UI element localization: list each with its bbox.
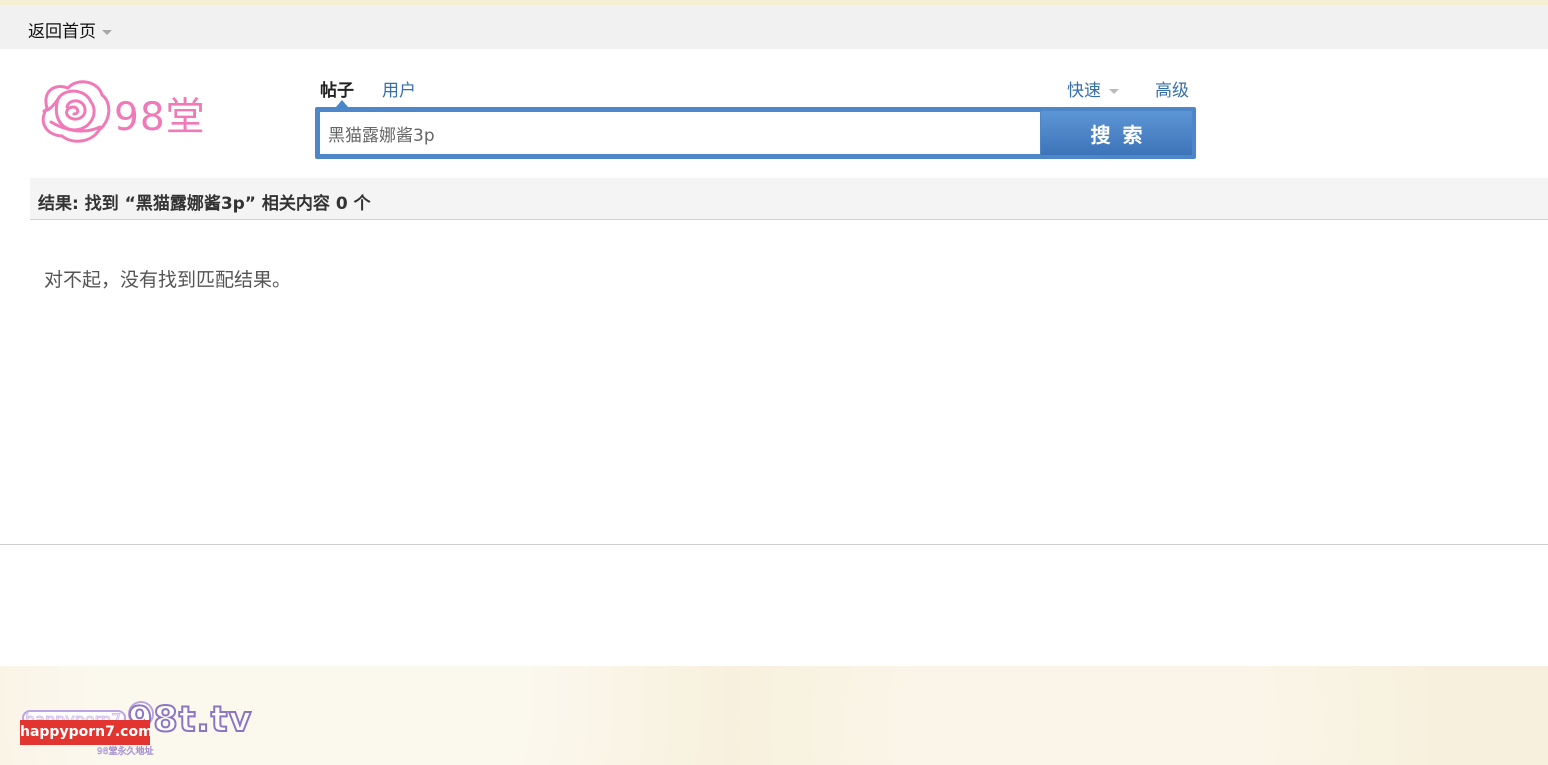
footer-badge: happyporn7.com [20,720,153,745]
advanced-search-link[interactable]: 高级 [1155,76,1189,101]
active-tab-indicator [336,100,348,107]
home-label: 返回首页 [28,22,96,42]
results-count: 0 [335,194,348,214]
chevron-down-icon [102,29,112,35]
results-suffix: 相关内容 [255,194,336,214]
results-summary: 结果: 找到 “黑猫露娜酱3p” 相关内容 0 个 [38,189,371,214]
content-divider [0,544,1548,545]
chevron-down-icon [1109,88,1119,94]
search-button[interactable]: 搜索 [1041,111,1192,155]
results-unit: 个 [347,194,371,214]
footer-subtext: 98堂永久地址 [97,747,154,758]
site-logo-text: 98堂 [114,95,206,140]
quick-search-dropdown[interactable]: 快速 [1067,76,1119,101]
results-prefix: 结果: 找到 [38,194,125,214]
empty-results-message: 对不起，没有找到匹配结果。 [44,269,292,291]
search-input[interactable] [320,112,1040,154]
results-summary-bar: 结果: 找到 “黑猫露娜酱3p” 相关内容 0 个 [30,178,1548,220]
quick-search-label: 快速 [1067,81,1101,101]
tab-users[interactable]: 用户 [382,76,416,101]
tab-posts[interactable]: 帖子 [320,76,354,101]
results-query: “黑猫露娜酱3p” [124,194,256,214]
search-form: 搜索 [315,107,1196,159]
topbar: 返回首页 [0,5,1548,49]
home-link[interactable]: 返回首页 [28,17,112,42]
